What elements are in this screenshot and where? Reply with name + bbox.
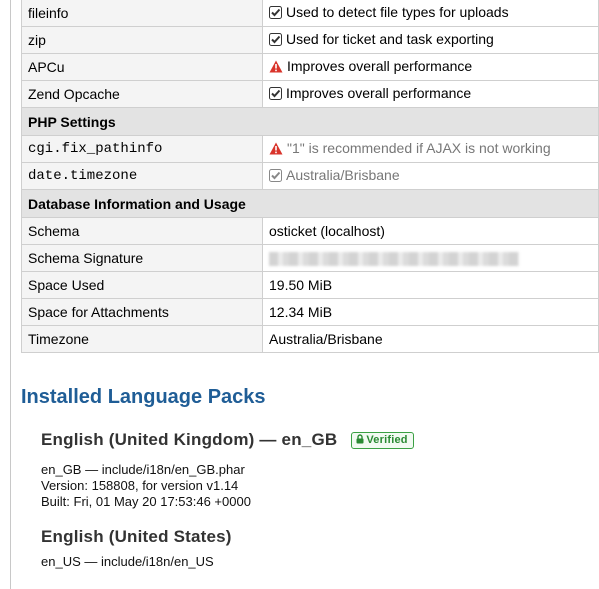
checkbox-checked-icon [269, 87, 282, 103]
lock-icon [356, 434, 364, 444]
language-packs-title: Installed Language Packs [21, 386, 266, 408]
setting-description: Australia/Brisbane [286, 167, 400, 183]
section-header-php-settings: PHP Settings [21, 107, 599, 136]
extension-description: Used to detect file types for uploads [286, 4, 509, 20]
extension-description: Used for ticket and task exporting [286, 31, 494, 47]
table-row: APCu Improves overall performance [21, 53, 599, 81]
warning-triangle-icon [269, 60, 283, 76]
redacted-signature [269, 252, 519, 267]
timezone-label: Timezone [21, 325, 263, 353]
verified-badge: Verified [351, 432, 414, 449]
table-row: Space for Attachments 12.34 MiB [21, 298, 599, 326]
language-pack-path: en_US — include/i18n/en_US [41, 554, 214, 569]
schema-signature-label: Schema Signature [21, 244, 263, 272]
table-row: zip Used for ticket and task exporting [21, 26, 599, 54]
warning-triangle-icon [269, 142, 283, 158]
extension-name: Zend Opcache [21, 80, 263, 108]
table-row: cgi.fix_pathinfo "1" is recommended if A… [21, 135, 599, 163]
language-pack-en-us: English (United States) en_US — include/… [41, 527, 232, 570]
system-info-table: fileinfo Used to detect file types for u… [21, 0, 599, 353]
table-row: Zend Opcache Improves overall performanc… [21, 80, 599, 108]
setting-description: "1" is recommended if AJAX is not workin… [287, 140, 551, 156]
setting-name: cgi.fix_pathinfo [21, 135, 263, 163]
table-row: Schema osticket (localhost) [21, 217, 599, 245]
language-pack-built: Built: Fri, 01 May 20 17:53:46 +0000 [41, 494, 251, 509]
table-row: Space Used 19.50 MiB [21, 271, 599, 299]
extension-description: Improves overall performance [287, 58, 473, 74]
table-row: fileinfo Used to detect file types for u… [21, 0, 599, 27]
extension-name: zip [21, 26, 263, 54]
table-row: Schema Signature [21, 244, 599, 272]
space-used-label: Space Used [21, 271, 263, 299]
schema-label: Schema [21, 217, 263, 245]
attachments-space-value: 12.34 MiB [262, 298, 599, 326]
timezone-value: Australia/Brisbane [262, 325, 599, 353]
section-header-database: Database Information and Usage [21, 189, 599, 218]
table-row: date.timezone Australia/Brisbane [21, 162, 599, 190]
left-border [10, 0, 11, 589]
attachments-space-label: Space for Attachments [21, 298, 263, 326]
language-pack-path: en_GB — include/i18n/en_GB.phar [41, 462, 245, 477]
extension-description: Improves overall performance [286, 85, 472, 101]
table-row: Timezone Australia/Brisbane [21, 325, 599, 353]
language-pack-en-gb: English (United Kingdom) — en_GB Verified… [41, 430, 414, 510]
setting-name: date.timezone [21, 162, 263, 190]
language-pack-name: English (United Kingdom) — en_GB [41, 430, 338, 449]
checkbox-checked-icon [269, 169, 282, 185]
checkbox-checked-icon [269, 33, 282, 49]
space-used-value: 19.50 MiB [262, 271, 599, 299]
extension-name: APCu [21, 53, 263, 81]
language-pack-name: English (United States) [41, 527, 232, 546]
language-pack-version: Version: 158808, for version v1.14 [41, 478, 239, 493]
extension-name: fileinfo [21, 0, 263, 27]
schema-value: osticket (localhost) [262, 217, 599, 245]
checkbox-checked-icon [269, 6, 282, 22]
